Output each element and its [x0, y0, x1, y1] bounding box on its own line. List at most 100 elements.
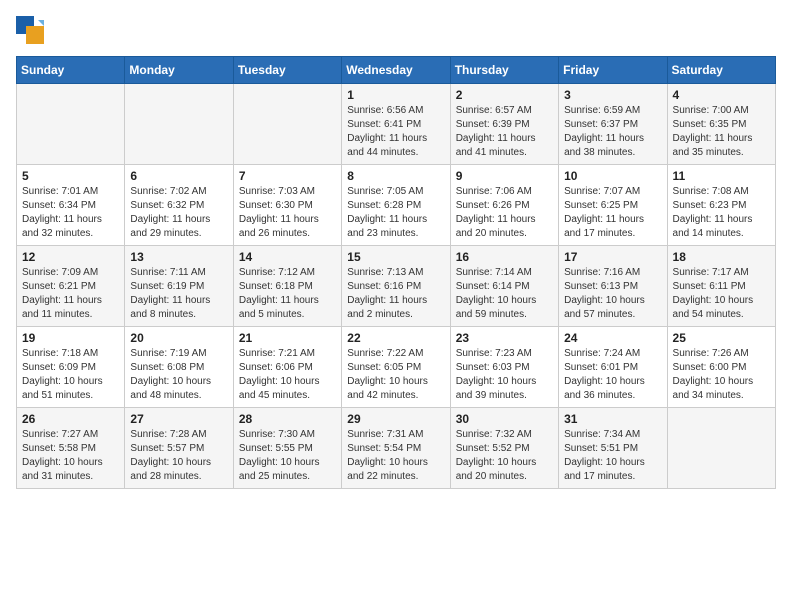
day-number: 14: [239, 250, 336, 264]
calendar-cell: 11 Sunrise: 7:08 AM Sunset: 6:23 PM Dayli…: [667, 165, 775, 246]
week-row-2: 5Sunrise: 7:01 AM Sunset: 6:34 PM Daylig…: [17, 165, 776, 246]
day-info: Sunrise: 7:09 AM Sunset: 6:21 PM Dayligh…: [22, 266, 119, 322]
week-row-3: 12 Sunrise: 7:09 AM Sunset: 6:21 PM Dayli…: [17, 246, 776, 327]
day-info: Sunrise: 7:23 AM Sunset: 6:03 PM Dayligh…: [456, 347, 553, 403]
week-row-5: 26Sunrise: 7:27 AM Sunset: 5:58 PM Dayli…: [17, 408, 776, 489]
calendar-cell: [667, 408, 775, 489]
week-row-4: 19 Sunrise: 7:18 AM Sunset: 6:09 PM Dayli…: [17, 327, 776, 408]
day-info: Sunrise: 6:57 AM Sunset: 6:39 PM Dayligh…: [456, 104, 553, 160]
calendar-cell: 8 Sunrise: 7:05 AM Sunset: 6:28 PM Daylig…: [342, 165, 450, 246]
day-info: Sunrise: 7:05 AM Sunset: 6:28 PM Dayligh…: [347, 185, 444, 241]
logo-icon: [16, 16, 44, 44]
calendar-cell: 14 Sunrise: 7:12 AM Sunset: 6:18 PM Dayli…: [233, 246, 341, 327]
day-info: Sunrise: 6:59 AM Sunset: 6:37 PM Dayligh…: [564, 104, 661, 160]
calendar-cell: 10 Sunrise: 7:07 AM Sunset: 6:25 PM Dayli…: [559, 165, 667, 246]
day-info: Sunrise: 7:28 AM Sunset: 5:57 PM Dayligh…: [130, 428, 227, 484]
day-info: Sunrise: 7:24 AM Sunset: 6:01 PM Dayligh…: [564, 347, 661, 403]
day-info: Sunrise: 7:18 AM Sunset: 6:09 PM Dayligh…: [22, 347, 119, 403]
calendar-cell: 20 Sunrise: 7:19 AM Sunset: 6:08 PM Dayli…: [125, 327, 233, 408]
calendar-cell: 22Sunrise: 7:22 AM Sunset: 6:05 PM Dayli…: [342, 327, 450, 408]
calendar-cell: [125, 84, 233, 165]
calendar-cell: 30 Sunrise: 7:32 AM Sunset: 5:52 PM Dayli…: [450, 408, 558, 489]
day-number: 11: [673, 169, 770, 183]
day-number: 17: [564, 250, 661, 264]
weekday-header-wednesday: Wednesday: [342, 57, 450, 84]
calendar-cell: 26Sunrise: 7:27 AM Sunset: 5:58 PM Dayli…: [17, 408, 125, 489]
day-number: 20: [130, 331, 227, 345]
day-number: 2: [456, 88, 553, 102]
calendar-cell: 19 Sunrise: 7:18 AM Sunset: 6:09 PM Dayli…: [17, 327, 125, 408]
day-number: 21: [239, 331, 336, 345]
calendar-cell: 28 Sunrise: 7:30 AM Sunset: 5:55 PM Dayli…: [233, 408, 341, 489]
calendar-cell: 27 Sunrise: 7:28 AM Sunset: 5:57 PM Dayli…: [125, 408, 233, 489]
weekday-header-friday: Friday: [559, 57, 667, 84]
calendar-cell: 12 Sunrise: 7:09 AM Sunset: 6:21 PM Dayli…: [17, 246, 125, 327]
day-number: 23: [456, 331, 553, 345]
day-info: Sunrise: 7:02 AM Sunset: 6:32 PM Dayligh…: [130, 185, 227, 241]
calendar-cell: [17, 84, 125, 165]
day-info: Sunrise: 7:11 AM Sunset: 6:19 PM Dayligh…: [130, 266, 227, 322]
calendar-cell: [233, 84, 341, 165]
day-number: 10: [564, 169, 661, 183]
logo: [16, 16, 48, 44]
day-info: Sunrise: 7:19 AM Sunset: 6:08 PM Dayligh…: [130, 347, 227, 403]
week-row-1: 1 Sunrise: 6:56 AM Sunset: 6:41 PM Daylig…: [17, 84, 776, 165]
day-info: Sunrise: 7:32 AM Sunset: 5:52 PM Dayligh…: [456, 428, 553, 484]
day-number: 29: [347, 412, 444, 426]
day-info: Sunrise: 7:30 AM Sunset: 5:55 PM Dayligh…: [239, 428, 336, 484]
weekday-header-sunday: Sunday: [17, 57, 125, 84]
day-number: 27: [130, 412, 227, 426]
weekday-header-monday: Monday: [125, 57, 233, 84]
calendar-cell: 7Sunrise: 7:03 AM Sunset: 6:30 PM Daylig…: [233, 165, 341, 246]
day-info: Sunrise: 7:34 AM Sunset: 5:51 PM Dayligh…: [564, 428, 661, 484]
day-number: 8: [347, 169, 444, 183]
calendar-cell: 23 Sunrise: 7:23 AM Sunset: 6:03 PM Dayli…: [450, 327, 558, 408]
calendar-table: SundayMondayTuesdayWednesdayThursdayFrid…: [16, 56, 776, 489]
calendar-cell: 31 Sunrise: 7:34 AM Sunset: 5:51 PM Dayli…: [559, 408, 667, 489]
day-info: Sunrise: 7:07 AM Sunset: 6:25 PM Dayligh…: [564, 185, 661, 241]
day-info: Sunrise: 7:06 AM Sunset: 6:26 PM Dayligh…: [456, 185, 553, 241]
day-number: 3: [564, 88, 661, 102]
day-number: 6: [130, 169, 227, 183]
calendar-cell: 25 Sunrise: 7:26 AM Sunset: 6:00 PM Dayli…: [667, 327, 775, 408]
day-info: Sunrise: 7:12 AM Sunset: 6:18 PM Dayligh…: [239, 266, 336, 322]
day-number: 31: [564, 412, 661, 426]
day-number: 5: [22, 169, 119, 183]
weekday-header-thursday: Thursday: [450, 57, 558, 84]
calendar-cell: 9Sunrise: 7:06 AM Sunset: 6:26 PM Daylig…: [450, 165, 558, 246]
calendar-cell: 18Sunrise: 7:17 AM Sunset: 6:11 PM Dayli…: [667, 246, 775, 327]
day-info: Sunrise: 7:16 AM Sunset: 6:13 PM Dayligh…: [564, 266, 661, 322]
day-number: 12: [22, 250, 119, 264]
calendar-cell: 6 Sunrise: 7:02 AM Sunset: 6:32 PM Daylig…: [125, 165, 233, 246]
day-info: Sunrise: 7:13 AM Sunset: 6:16 PM Dayligh…: [347, 266, 444, 322]
weekday-header-row: SundayMondayTuesdayWednesdayThursdayFrid…: [17, 57, 776, 84]
calendar-cell: 29 Sunrise: 7:31 AM Sunset: 5:54 PM Dayli…: [342, 408, 450, 489]
day-info: Sunrise: 7:14 AM Sunset: 6:14 PM Dayligh…: [456, 266, 553, 322]
day-number: 1: [347, 88, 444, 102]
calendar-cell: 21 Sunrise: 7:21 AM Sunset: 6:06 PM Dayli…: [233, 327, 341, 408]
day-number: 19: [22, 331, 119, 345]
day-info: Sunrise: 7:22 AM Sunset: 6:05 PM Dayligh…: [347, 347, 444, 403]
day-info: Sunrise: 7:26 AM Sunset: 6:00 PM Dayligh…: [673, 347, 770, 403]
day-number: 28: [239, 412, 336, 426]
calendar-cell: 3 Sunrise: 6:59 AM Sunset: 6:37 PM Daylig…: [559, 84, 667, 165]
day-number: 25: [673, 331, 770, 345]
day-info: Sunrise: 7:21 AM Sunset: 6:06 PM Dayligh…: [239, 347, 336, 403]
calendar-cell: 24 Sunrise: 7:24 AM Sunset: 6:01 PM Dayli…: [559, 327, 667, 408]
day-number: 24: [564, 331, 661, 345]
calendar-cell: 1 Sunrise: 6:56 AM Sunset: 6:41 PM Daylig…: [342, 84, 450, 165]
calendar-cell: 4Sunrise: 7:00 AM Sunset: 6:35 PM Daylig…: [667, 84, 775, 165]
day-info: Sunrise: 7:31 AM Sunset: 5:54 PM Dayligh…: [347, 428, 444, 484]
calendar-cell: 5Sunrise: 7:01 AM Sunset: 6:34 PM Daylig…: [17, 165, 125, 246]
day-number: 7: [239, 169, 336, 183]
calendar-cell: 15 Sunrise: 7:13 AM Sunset: 6:16 PM Dayli…: [342, 246, 450, 327]
day-info: Sunrise: 6:56 AM Sunset: 6:41 PM Dayligh…: [347, 104, 444, 160]
day-info: Sunrise: 7:17 AM Sunset: 6:11 PM Dayligh…: [673, 266, 770, 322]
day-number: 26: [22, 412, 119, 426]
day-info: Sunrise: 7:08 AM Sunset: 6:23 PM Dayligh…: [673, 185, 770, 241]
day-number: 30: [456, 412, 553, 426]
calendar-cell: 13Sunrise: 7:11 AM Sunset: 6:19 PM Dayli…: [125, 246, 233, 327]
calendar-cell: 2 Sunrise: 6:57 AM Sunset: 6:39 PM Daylig…: [450, 84, 558, 165]
day-number: 4: [673, 88, 770, 102]
day-number: 15: [347, 250, 444, 264]
